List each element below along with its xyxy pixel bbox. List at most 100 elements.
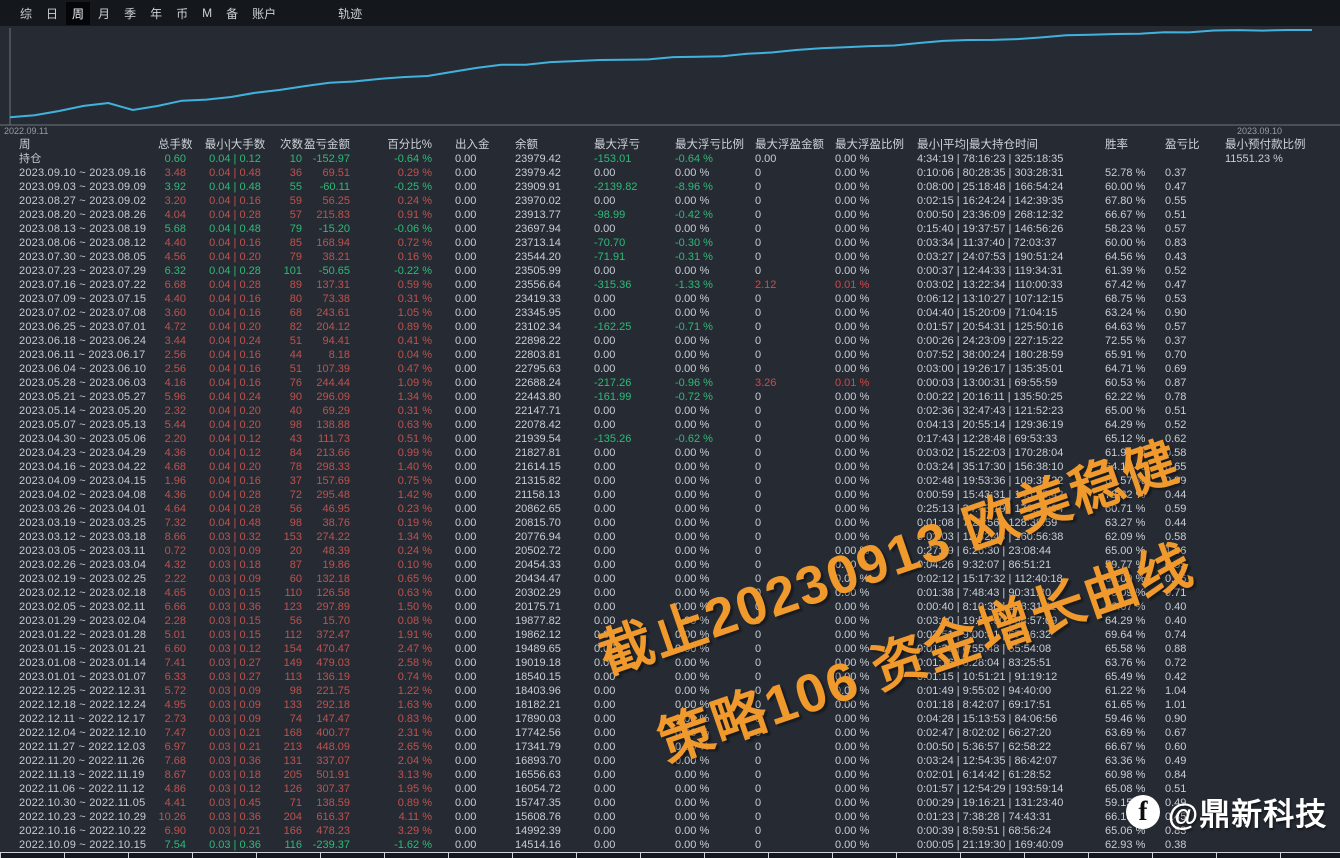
cell-pl_pct: 0.89 %: [397, 321, 432, 333]
cell-pl_pct: 2.04 %: [397, 755, 432, 767]
cell-date: 2023.08.13 ~ 2023.08.19: [19, 223, 147, 235]
col-header-dd_pct[interactable]: 最大浮亏比例: [670, 138, 750, 152]
cell-count: 43: [289, 433, 302, 445]
table-row[interactable]: 2023.07.23 ~ 2023.07.29 6.32 0.04 | 0.28 10…: [0, 264, 1340, 278]
cell-fp: 0: [755, 503, 762, 515]
table-row[interactable]: 2023.01.29 ~ 2023.02.04 2.28 0.03 | 0.15 56…: [0, 614, 1340, 628]
table-row[interactable]: 2023.02.12 ~ 2023.02.18 4.65 0.03 | 0.15 11…: [0, 586, 1340, 600]
col-header-ratio[interactable]: 盈亏比: [1160, 138, 1220, 152]
table-row[interactable]: 2023.04.23 ~ 2023.04.29 4.36 0.04 | 0.12 84…: [0, 446, 1340, 460]
table-row[interactable]: 2023.03.12 ~ 2023.03.18 8.66 0.03 | 0.32 15…: [0, 530, 1340, 544]
table-row[interactable]: 2023.03.05 ~ 2023.03.11 0.72 0.03 | 0.09 20…: [0, 544, 1340, 558]
cell-date: 2023.03.12 ~ 2023.03.18: [19, 531, 147, 543]
cell-dd_pct: 0.00 %: [675, 797, 710, 809]
cell-win: 62.09 %: [1105, 531, 1146, 543]
col-header-win[interactable]: 胜率: [1100, 138, 1160, 152]
table-row[interactable]: 2023.09.10 ~ 2023.09.16 3.48 0.04 | 0.48 36…: [0, 166, 1340, 180]
table-row[interactable]: 2022.12.04 ~ 2022.12.10 7.47 0.03 | 0.21 16…: [0, 726, 1340, 740]
table-row[interactable]: 2023.08.13 ~ 2023.08.19 5.68 0.04 | 0.48 79…: [0, 222, 1340, 236]
table-row[interactable]: 2023.08.20 ~ 2023.08.26 4.04 0.04 | 0.28 57…: [0, 208, 1340, 222]
table-row[interactable]: 2023.08.27 ~ 2023.09.02 3.20 0.04 | 0.16 59…: [0, 194, 1340, 208]
table-row[interactable]: 2023.05.28 ~ 2023.06.03 4.16 0.04 | 0.16 76…: [0, 376, 1340, 390]
cell-pl_pct: 0.51 %: [397, 433, 432, 445]
table-row[interactable]: 2023.06.25 ~ 2023.07.01 4.72 0.04 | 0.20 82…: [0, 320, 1340, 334]
cell-fp: 0: [755, 559, 762, 571]
col-header-fp[interactable]: 最大浮盈金额: [750, 138, 830, 152]
cell-lots: 2.56: [164, 363, 186, 375]
table-row[interactable]: 2022.12.18 ~ 2022.12.24 4.95 0.03 | 0.09 13…: [0, 698, 1340, 712]
table-row[interactable]: 2023.06.11 ~ 2023.06.17 2.56 0.04 | 0.16 44…: [0, 348, 1340, 362]
cell-fp_pct: 0.00 %: [835, 265, 870, 277]
cell-fp_pct: 0.00 %: [835, 363, 870, 375]
table-row[interactable]: 2023.07.02 ~ 2023.07.08 3.60 0.04 | 0.16 68…: [0, 306, 1340, 320]
col-header-balance[interactable]: 余额: [510, 138, 590, 152]
table-row[interactable]: 2023.07.16 ~ 2023.07.22 6.68 0.04 | 0.28 89…: [0, 278, 1340, 292]
cell-inout: 0.00: [455, 699, 477, 711]
col-header-pl[interactable]: 盈亏金额: [304, 138, 352, 152]
table-row[interactable]: 2023.07.30 ~ 2023.08.05 4.56 0.04 | 0.20 79…: [0, 250, 1340, 264]
cell-date: 2022.11.27 ~ 2022.12.03: [19, 741, 146, 753]
table-row[interactable]: 2022.10.09 ~ 2022.10.15 7.54 0.03 | 0.36 11…: [0, 838, 1340, 852]
col-header-times[interactable]: 最小|平均|最大持仓时间: [912, 138, 1100, 152]
menu-item-综[interactable]: 综: [14, 2, 38, 25]
menu-item-年[interactable]: 年: [144, 2, 168, 25]
table-row[interactable]: 2023.03.26 ~ 2023.04.01 4.64 0.04 | 0.28 56…: [0, 502, 1340, 516]
table-row[interactable]: 2023.02.26 ~ 2023.03.04 4.32 0.03 | 0.18 87…: [0, 558, 1340, 572]
table-row[interactable]: 2023.07.09 ~ 2023.07.15 4.40 0.04 | 0.16 80…: [0, 292, 1340, 306]
menu-item-账户[interactable]: 账户: [246, 2, 282, 25]
cell-dd: 0.00: [594, 363, 616, 375]
col-header-pl_pct[interactable]: 百分比%: [352, 138, 434, 152]
table-row[interactable]: 持仓 0.60 0.04 | 0.12 10 -152.97 -0.64 % 0.00 239…: [0, 152, 1340, 166]
cell-date: 2022.10.09 ~ 2022.10.15: [19, 839, 147, 851]
cell-fp_pct: 0.00 %: [835, 601, 870, 613]
menu-item-月[interactable]: 月: [92, 2, 116, 25]
col-header-dd[interactable]: 最大浮亏: [590, 138, 670, 152]
table-row[interactable]: 2023.03.19 ~ 2023.03.25 7.32 0.04 | 0.48 98…: [0, 516, 1340, 530]
cell-fp_pct: 0.00 %: [835, 489, 870, 501]
col-header-minmax[interactable]: 最小|大手数: [190, 138, 280, 152]
col-header-inout[interactable]: 出入金: [434, 138, 510, 152]
cell-fp: 0: [755, 223, 762, 235]
menu-item-周[interactable]: 周: [66, 1, 91, 25]
table-row[interactable]: 2023.01.22 ~ 2023.01.28 5.01 0.03 | 0.15 11…: [0, 628, 1340, 642]
table-row[interactable]: 2022.11.13 ~ 2022.11.19 8.67 0.03 | 0.18 20…: [0, 768, 1340, 782]
menu-item-M[interactable]: M: [196, 3, 218, 23]
col-header-date[interactable]: 周: [0, 138, 158, 152]
table-row[interactable]: 2023.01.15 ~ 2023.01.21 6.60 0.03 | 0.12 15…: [0, 642, 1340, 656]
table-row[interactable]: 2023.02.19 ~ 2023.02.25 2.22 0.03 | 0.09 60…: [0, 572, 1340, 586]
table-row[interactable]: 2023.06.18 ~ 2023.06.24 3.44 0.04 | 0.24 51…: [0, 334, 1340, 348]
table-row[interactable]: 2023.01.01 ~ 2023.01.07 6.33 0.03 | 0.27 11…: [0, 670, 1340, 684]
cell-fp_pct: 0.00 %: [835, 783, 870, 795]
table-row[interactable]: 2023.04.16 ~ 2023.04.22 4.68 0.04 | 0.20 78…: [0, 460, 1340, 474]
menu-item-备[interactable]: 备: [220, 2, 244, 25]
cell-inout: 0.00: [455, 195, 477, 207]
table-row[interactable]: 2023.08.06 ~ 2023.08.12 4.40 0.04 | 0.16 85…: [0, 236, 1340, 250]
table-row[interactable]: 2023.01.08 ~ 2023.01.14 7.41 0.03 | 0.27 14…: [0, 656, 1340, 670]
menu-item-币[interactable]: 币: [170, 2, 194, 25]
cell-margin: [1220, 320, 1340, 334]
cell-balance: 19862.12: [515, 629, 561, 641]
table-row[interactable]: 2022.12.11 ~ 2022.12.17 2.73 0.03 | 0.09 74…: [0, 712, 1340, 726]
table-row[interactable]: 2023.04.09 ~ 2023.04.15 1.96 0.04 | 0.16 37…: [0, 474, 1340, 488]
table-row[interactable]: 2023.05.21 ~ 2023.05.27 5.96 0.04 | 0.24 90…: [0, 390, 1340, 404]
col-header-margin[interactable]: 最小预付款比例: [1220, 138, 1340, 152]
cell-fp: 0.00: [755, 153, 777, 165]
col-header-fp_pct[interactable]: 最大浮盈比例: [830, 138, 912, 152]
menu-item-季[interactable]: 季: [118, 2, 142, 25]
col-header-count[interactable]: 次数: [280, 138, 304, 152]
table-row[interactable]: 2023.06.04 ~ 2023.06.10 2.56 0.04 | 0.16 51…: [0, 362, 1340, 376]
menu-item-轨迹[interactable]: 轨迹: [332, 2, 368, 25]
table-row[interactable]: 2022.11.20 ~ 2022.11.26 7.68 0.03 | 0.36 13…: [0, 754, 1340, 768]
table-row[interactable]: 2023.04.30 ~ 2023.05.06 2.20 0.04 | 0.12 43…: [0, 432, 1340, 446]
cell-inout: 0.00: [455, 531, 477, 543]
table-row[interactable]: 2023.09.03 ~ 2023.09.09 3.92 0.04 | 0.48 55…: [0, 180, 1340, 194]
table-row[interactable]: 2023.05.14 ~ 2023.05.20 2.32 0.04 | 0.20 40…: [0, 404, 1340, 418]
menu-item-日[interactable]: 日: [40, 2, 64, 25]
table-row[interactable]: 2022.11.27 ~ 2022.12.03 6.97 0.03 | 0.21 21…: [0, 740, 1340, 754]
table-row[interactable]: 2022.12.25 ~ 2022.12.31 5.72 0.03 | 0.09 98…: [0, 684, 1340, 698]
table-row[interactable]: 2023.04.02 ~ 2023.04.08 4.36 0.04 | 0.28 72…: [0, 488, 1340, 502]
cell-win: 68.75 %: [1105, 293, 1146, 305]
table-row[interactable]: 2023.02.05 ~ 2023.02.11 6.66 0.03 | 0.36 12…: [0, 600, 1340, 614]
table-row[interactable]: 2023.05.07 ~ 2023.05.13 5.44 0.04 | 0.20 98…: [0, 418, 1340, 432]
col-header-lots[interactable]: 总手数: [158, 138, 193, 152]
